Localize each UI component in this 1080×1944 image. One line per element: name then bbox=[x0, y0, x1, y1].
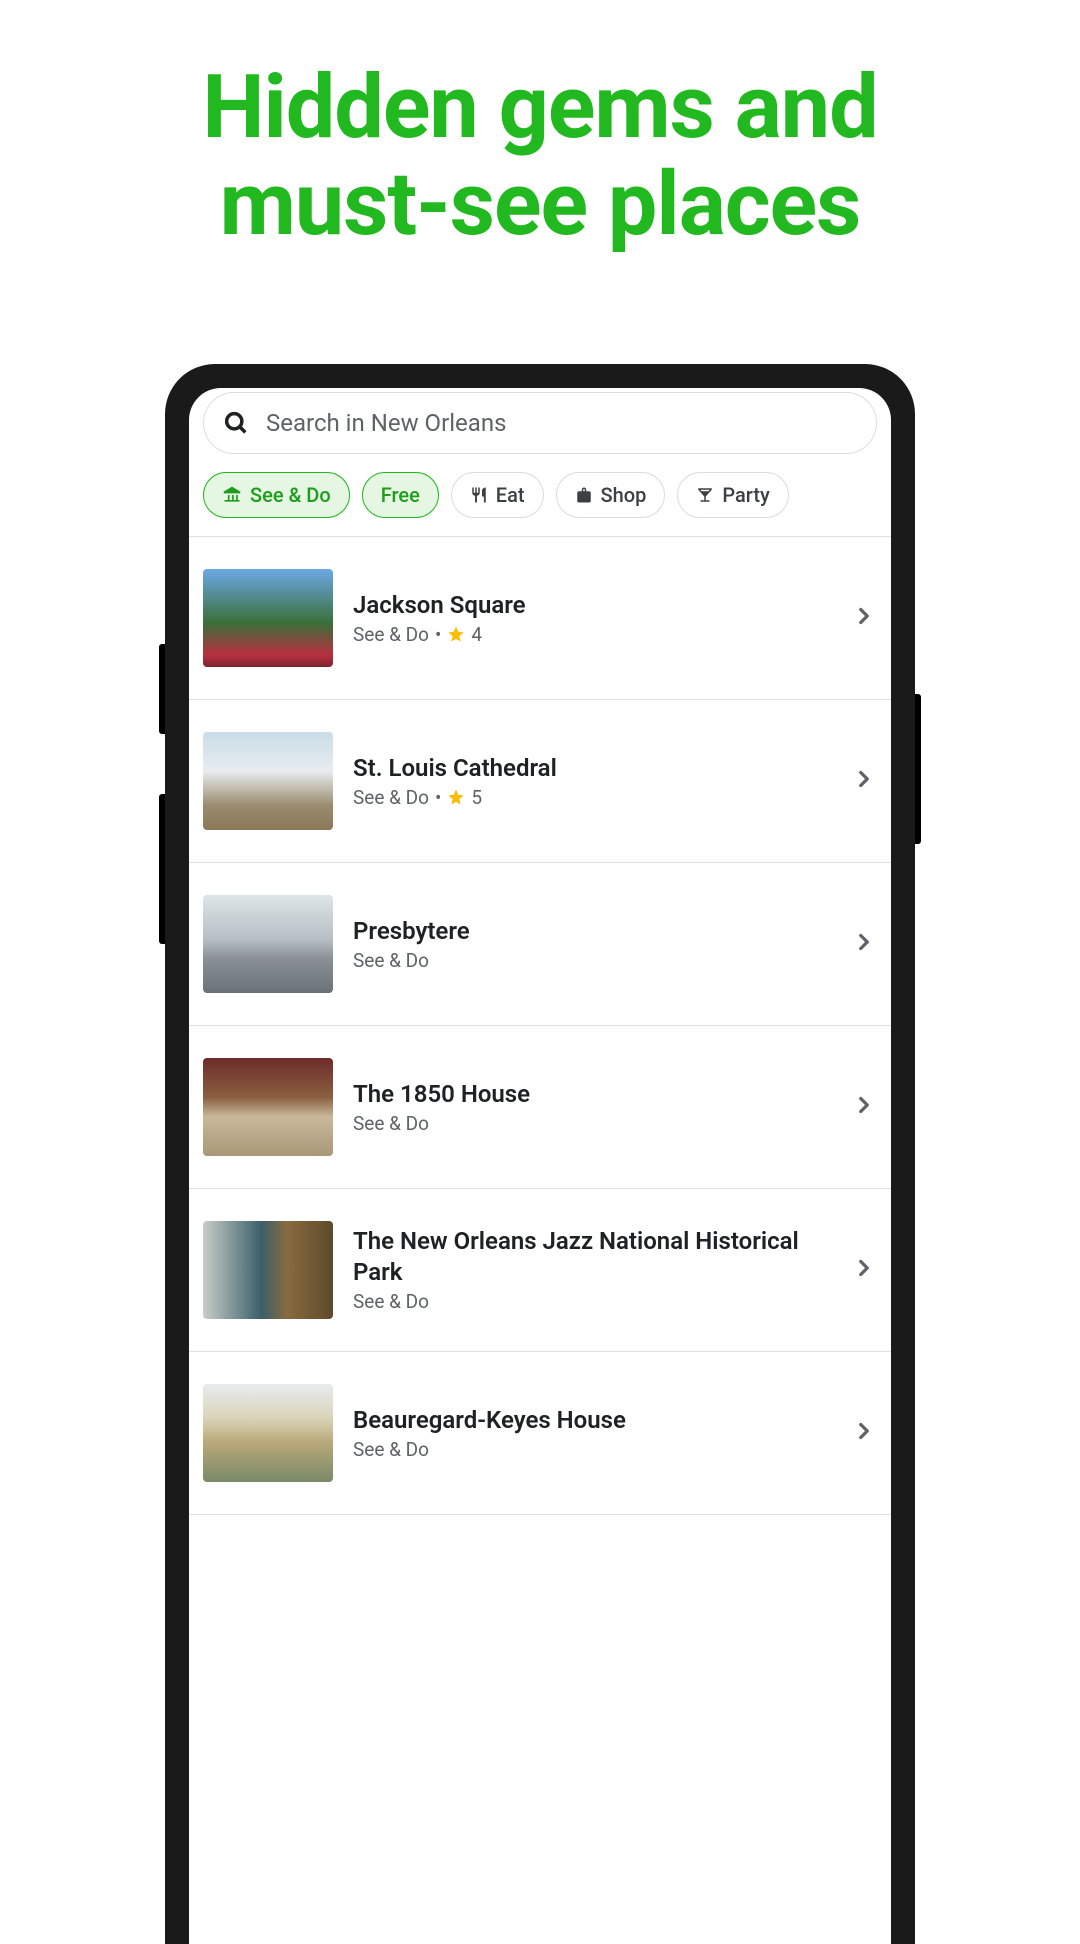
star-icon bbox=[447, 788, 465, 806]
place-meta: See & Do bbox=[353, 1290, 831, 1313]
place-category: See & Do bbox=[353, 623, 429, 646]
chip-party[interactable]: Party bbox=[677, 472, 788, 518]
place-meta: See & Do bbox=[353, 1112, 831, 1135]
place-title: St. Louis Cathedral bbox=[353, 753, 831, 784]
chip-free[interactable]: Free bbox=[362, 472, 439, 518]
place-category: See & Do bbox=[353, 1438, 429, 1461]
list-item[interactable]: St. Louis CathedralSee & Do • 5 bbox=[189, 700, 891, 863]
place-rating: 4 bbox=[471, 623, 482, 646]
phone-volume-button bbox=[159, 644, 165, 734]
place-thumbnail bbox=[203, 1384, 333, 1482]
chip-label: Party bbox=[722, 483, 769, 507]
place-category: See & Do bbox=[353, 949, 429, 972]
search-bar[interactable]: Search in New Orleans bbox=[203, 392, 877, 454]
place-meta: See & Do bbox=[353, 1438, 831, 1461]
place-rating: 5 bbox=[471, 786, 482, 809]
chip-label: Eat bbox=[496, 483, 525, 507]
eat-icon bbox=[470, 486, 488, 504]
party-icon bbox=[696, 486, 714, 504]
search-placeholder: Search in New Orleans bbox=[266, 409, 506, 437]
place-thumbnail bbox=[203, 569, 333, 667]
place-title: Jackson Square bbox=[353, 590, 831, 621]
list-item[interactable]: Beauregard-Keyes HouseSee & Do bbox=[189, 1352, 891, 1515]
list-item[interactable]: Jackson SquareSee & Do • 4 bbox=[189, 537, 891, 700]
chip-label: Shop bbox=[601, 483, 647, 507]
place-meta: See & Do • 5 bbox=[353, 786, 831, 809]
item-content: St. Louis CathedralSee & Do • 5 bbox=[353, 753, 831, 809]
chevron-right-icon bbox=[851, 1092, 877, 1122]
museum-icon bbox=[222, 485, 242, 505]
place-category: See & Do bbox=[353, 1112, 429, 1135]
place-title: Beauregard-Keyes House bbox=[353, 1405, 831, 1436]
filter-chips: See & Do Free Eat Shop bbox=[189, 472, 891, 536]
place-meta: See & Do bbox=[353, 949, 831, 972]
place-thumbnail bbox=[203, 732, 333, 830]
separator-dot: • bbox=[435, 623, 441, 646]
chevron-right-icon bbox=[851, 1255, 877, 1285]
phone-power-button bbox=[915, 694, 921, 844]
phone-volume-button bbox=[159, 794, 165, 944]
star-icon bbox=[447, 625, 465, 643]
chip-shop[interactable]: Shop bbox=[556, 472, 666, 518]
place-thumbnail bbox=[203, 895, 333, 993]
page-title: Hidden gems and must-see places bbox=[0, 0, 1080, 304]
shop-icon bbox=[575, 486, 593, 504]
item-content: PresbytereSee & Do bbox=[353, 916, 831, 972]
chevron-right-icon bbox=[851, 1418, 877, 1448]
chevron-right-icon bbox=[851, 766, 877, 796]
place-meta: See & Do • 4 bbox=[353, 623, 831, 646]
list-item[interactable]: The 1850 HouseSee & Do bbox=[189, 1026, 891, 1189]
chip-eat[interactable]: Eat bbox=[451, 472, 544, 518]
hero-line1: Hidden gems and bbox=[202, 56, 877, 159]
chip-label: Free bbox=[381, 483, 420, 507]
chevron-right-icon bbox=[851, 929, 877, 959]
place-category: See & Do bbox=[353, 786, 429, 809]
place-title: The 1850 House bbox=[353, 1079, 831, 1110]
separator-dot: • bbox=[435, 786, 441, 809]
chip-see-do[interactable]: See & Do bbox=[203, 472, 350, 518]
phone-frame: Search in New Orleans See & Do Free bbox=[165, 364, 915, 1944]
list-item[interactable]: The New Orleans Jazz National Historical… bbox=[189, 1189, 891, 1352]
place-title: The New Orleans Jazz National Historical… bbox=[353, 1226, 831, 1288]
chevron-right-icon bbox=[851, 603, 877, 633]
places-list: Jackson SquareSee & Do • 4St. Louis Cath… bbox=[189, 537, 891, 1515]
item-content: The 1850 HouseSee & Do bbox=[353, 1079, 831, 1135]
place-title: Presbytere bbox=[353, 916, 831, 947]
phone-screen: Search in New Orleans See & Do Free bbox=[189, 388, 891, 1944]
hero-line2: must-see places bbox=[220, 153, 861, 256]
list-item[interactable]: PresbytereSee & Do bbox=[189, 863, 891, 1026]
place-thumbnail bbox=[203, 1058, 333, 1156]
place-category: See & Do bbox=[353, 1290, 429, 1313]
item-content: The New Orleans Jazz National Historical… bbox=[353, 1226, 831, 1313]
chip-label: See & Do bbox=[250, 483, 331, 507]
item-content: Beauregard-Keyes HouseSee & Do bbox=[353, 1405, 831, 1461]
place-thumbnail bbox=[203, 1221, 333, 1319]
search-icon bbox=[222, 409, 250, 437]
item-content: Jackson SquareSee & Do • 4 bbox=[353, 590, 831, 646]
